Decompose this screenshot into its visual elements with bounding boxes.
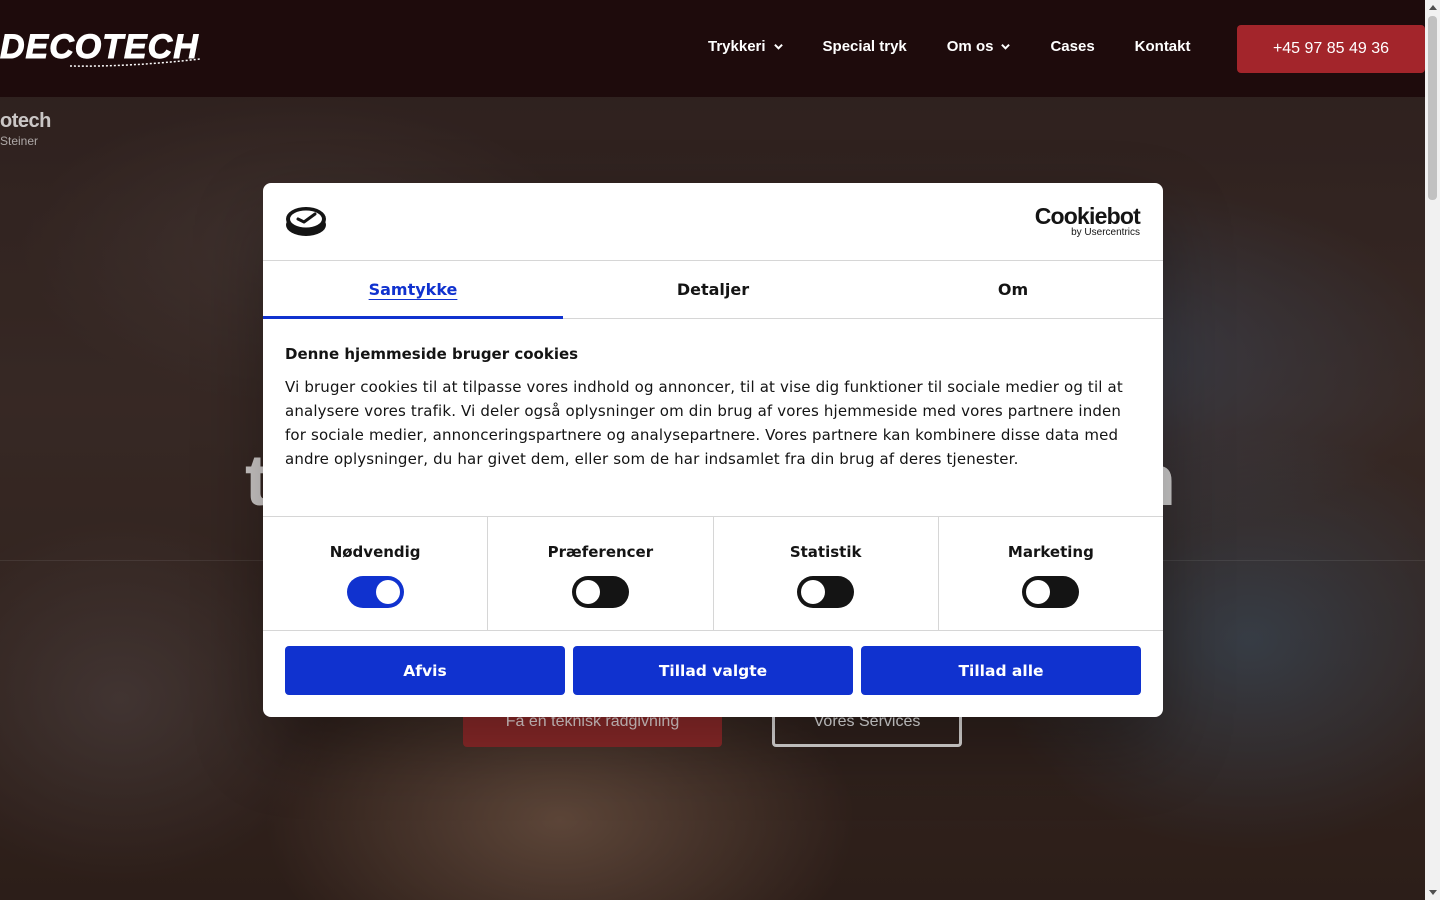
site-brand-icon: [286, 207, 326, 236]
tab-label: Samtykke: [368, 280, 458, 299]
phone-button[interactable]: +45 97 85 49 36: [1237, 25, 1425, 73]
tab-label: Om: [997, 280, 1029, 299]
chevron-down-icon: [1001, 43, 1011, 50]
nav-item-label: Special tryk: [822, 38, 907, 55]
page-scrollbar[interactable]: [1425, 0, 1440, 900]
dialog-description: Vi bruger cookies til at tilpasse vores …: [285, 378, 1123, 468]
dialog-header: Cookiebot by Usercentrics: [263, 183, 1163, 261]
scroll-up-arrow-icon[interactable]: [1429, 5, 1437, 10]
nav-item-label: Kontakt: [1134, 38, 1191, 55]
cookie-consent-dialog: Cookiebot by Usercentrics Samtykke Detal…: [263, 183, 1163, 717]
video-overlay-title: otech: [0, 110, 51, 132]
nav-item-cases[interactable]: Cases: [1050, 38, 1094, 55]
tab-detaljer[interactable]: Detaljer: [563, 261, 863, 318]
toggle-cell-preferences: Præferencer: [488, 517, 714, 630]
chevron-down-icon: [773, 43, 783, 50]
site-header: DECOTECH Trykkeri Special tryk Om os Cas…: [0, 0, 1425, 97]
toggle-label-necessary: Nødvendig: [329, 543, 421, 561]
toggle-knob: [575, 580, 600, 604]
nav-item-om-os[interactable]: Om os: [947, 38, 1011, 55]
marketing-toggle[interactable]: [1022, 576, 1080, 608]
dialog-tabs: Samtykke Detaljer Om: [263, 261, 1163, 319]
cookiebot-logo[interactable]: Cookiebot by Usercentrics: [1034, 203, 1141, 238]
tab-samtykke[interactable]: Samtykke: [263, 261, 563, 319]
toggle-cell-marketing: Marketing: [939, 517, 1163, 630]
deny-button[interactable]: Afvis: [285, 646, 565, 695]
dialog-actions: Afvis Tillad valgte Tillad alle: [263, 631, 1163, 695]
consent-toggles: Nødvendig Præferencer Statistik Marketin…: [263, 517, 1163, 631]
cookiebot-logo-subtext: by Usercentrics: [1071, 227, 1140, 238]
nav-item-label: Om os: [946, 38, 994, 55]
allow-all-button[interactable]: Tillad alle: [861, 646, 1141, 695]
nav-item-special-tryk[interactable]: Special tryk: [823, 38, 907, 55]
toggle-knob: [375, 580, 400, 604]
nav-item-trykkeri[interactable]: Trykkeri: [708, 38, 783, 55]
toggle-cell-necessary: Nødvendig: [263, 517, 489, 630]
nav-item-kontakt[interactable]: Kontakt: [1135, 38, 1191, 55]
allow-selected-button[interactable]: Tillad valgte: [573, 646, 853, 695]
toggle-knob: [801, 580, 826, 604]
dialog-title: Denne hjemmeside bruger cookies: [285, 345, 579, 363]
toggle-label-marketing: Marketing: [1007, 543, 1094, 561]
main-nav: Trykkeri Special tryk Om os Cases Kontak…: [708, 38, 1191, 55]
toggle-knob: [1026, 580, 1051, 604]
video-overlay-subtitle: Steiner: [0, 134, 39, 148]
dialog-body: Denne hjemmeside bruger cookies Vi bruge…: [263, 319, 1163, 517]
necessary-toggle[interactable]: [346, 576, 404, 608]
tab-label: Detaljer: [676, 280, 750, 299]
statistics-toggle[interactable]: [797, 576, 855, 608]
toggle-label-preferences: Præferencer: [547, 543, 654, 561]
preferences-toggle[interactable]: [571, 576, 629, 608]
tab-om[interactable]: Om: [863, 261, 1163, 318]
logo-swoosh-icon: [70, 58, 201, 67]
toggle-label-statistics: Statistik: [789, 543, 862, 561]
scroll-down-arrow-icon[interactable]: [1429, 890, 1437, 895]
nav-item-label: Cases: [1050, 38, 1095, 55]
cookiebot-logo-text: Cookiebot: [1034, 203, 1141, 229]
toggle-cell-statistics: Statistik: [714, 517, 939, 630]
scrollbar-thumb[interactable]: [1428, 16, 1437, 200]
nav-item-label: Trykkeri: [708, 38, 766, 55]
